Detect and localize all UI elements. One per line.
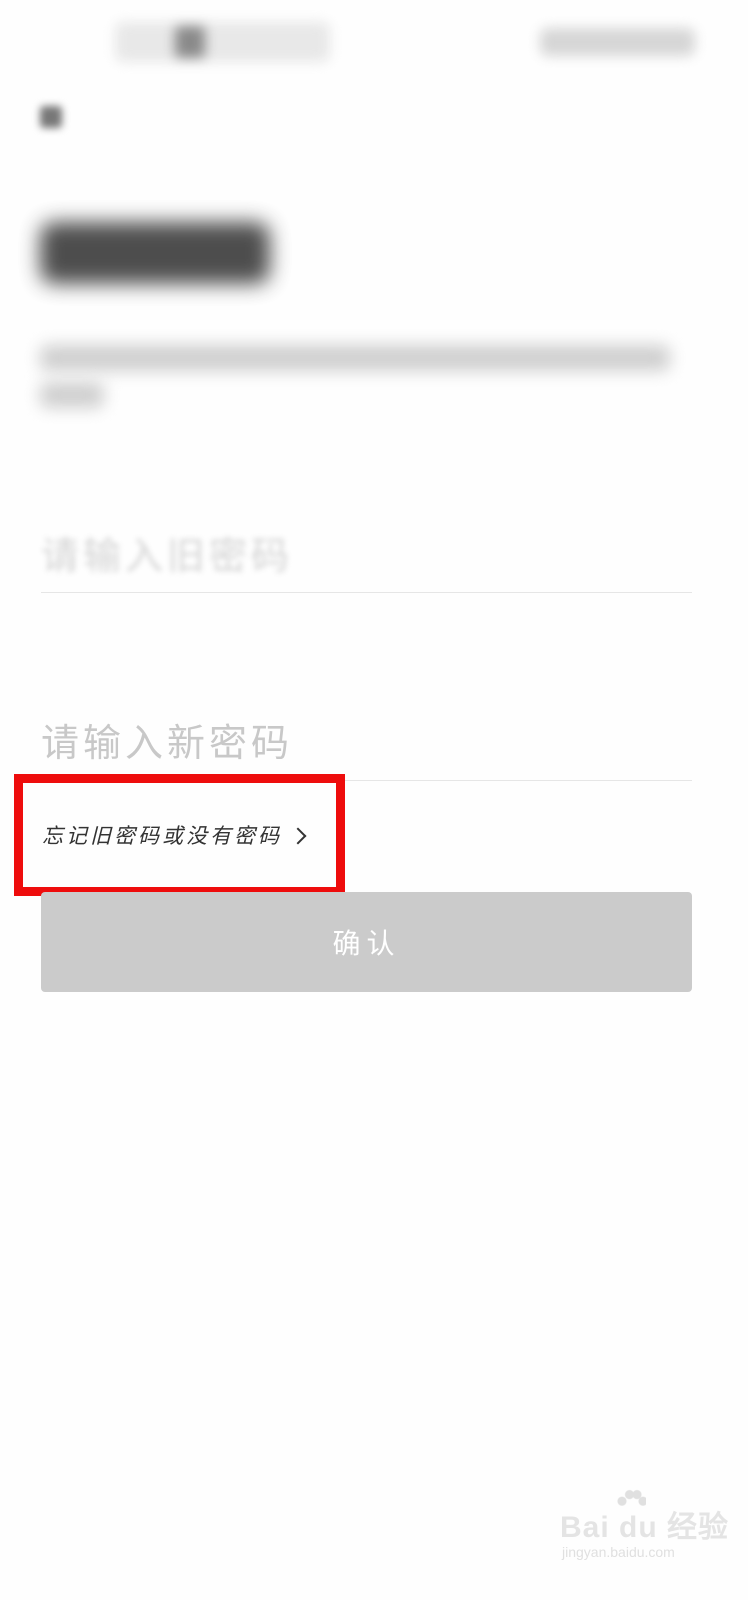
new-password-input[interactable]: [41, 706, 692, 780]
status-bar-blurred-glyph: [175, 26, 205, 58]
baidu-jingyan-watermark: Bai du 经验 jingyan.baidu.com: [560, 1488, 728, 1568]
forgot-password-label: 忘记旧密码或没有密码: [42, 824, 282, 848]
status-bar-left-blurred: [115, 22, 330, 62]
forgot-password-link[interactable]: 忘记旧密码或没有密码: [42, 816, 307, 854]
page-title-blurred: [40, 222, 270, 284]
confirm-button[interactable]: 确认: [41, 892, 692, 992]
watermark-main-text: Bai du 经验: [560, 1511, 730, 1544]
page-description-blurred-line: [40, 345, 670, 371]
new-password-field[interactable]: [41, 706, 692, 781]
page-description-blurred-line: [40, 382, 104, 408]
old-password-field[interactable]: [41, 520, 692, 593]
chevron-right-icon: [289, 827, 307, 844]
back-button[interactable]: [30, 96, 72, 138]
old-password-input[interactable]: [41, 520, 692, 592]
watermark-url-text: jingyan.baidu.com: [562, 1544, 675, 1560]
status-bar-right-blurred: [540, 28, 695, 56]
back-arrow-icon: [40, 106, 62, 128]
